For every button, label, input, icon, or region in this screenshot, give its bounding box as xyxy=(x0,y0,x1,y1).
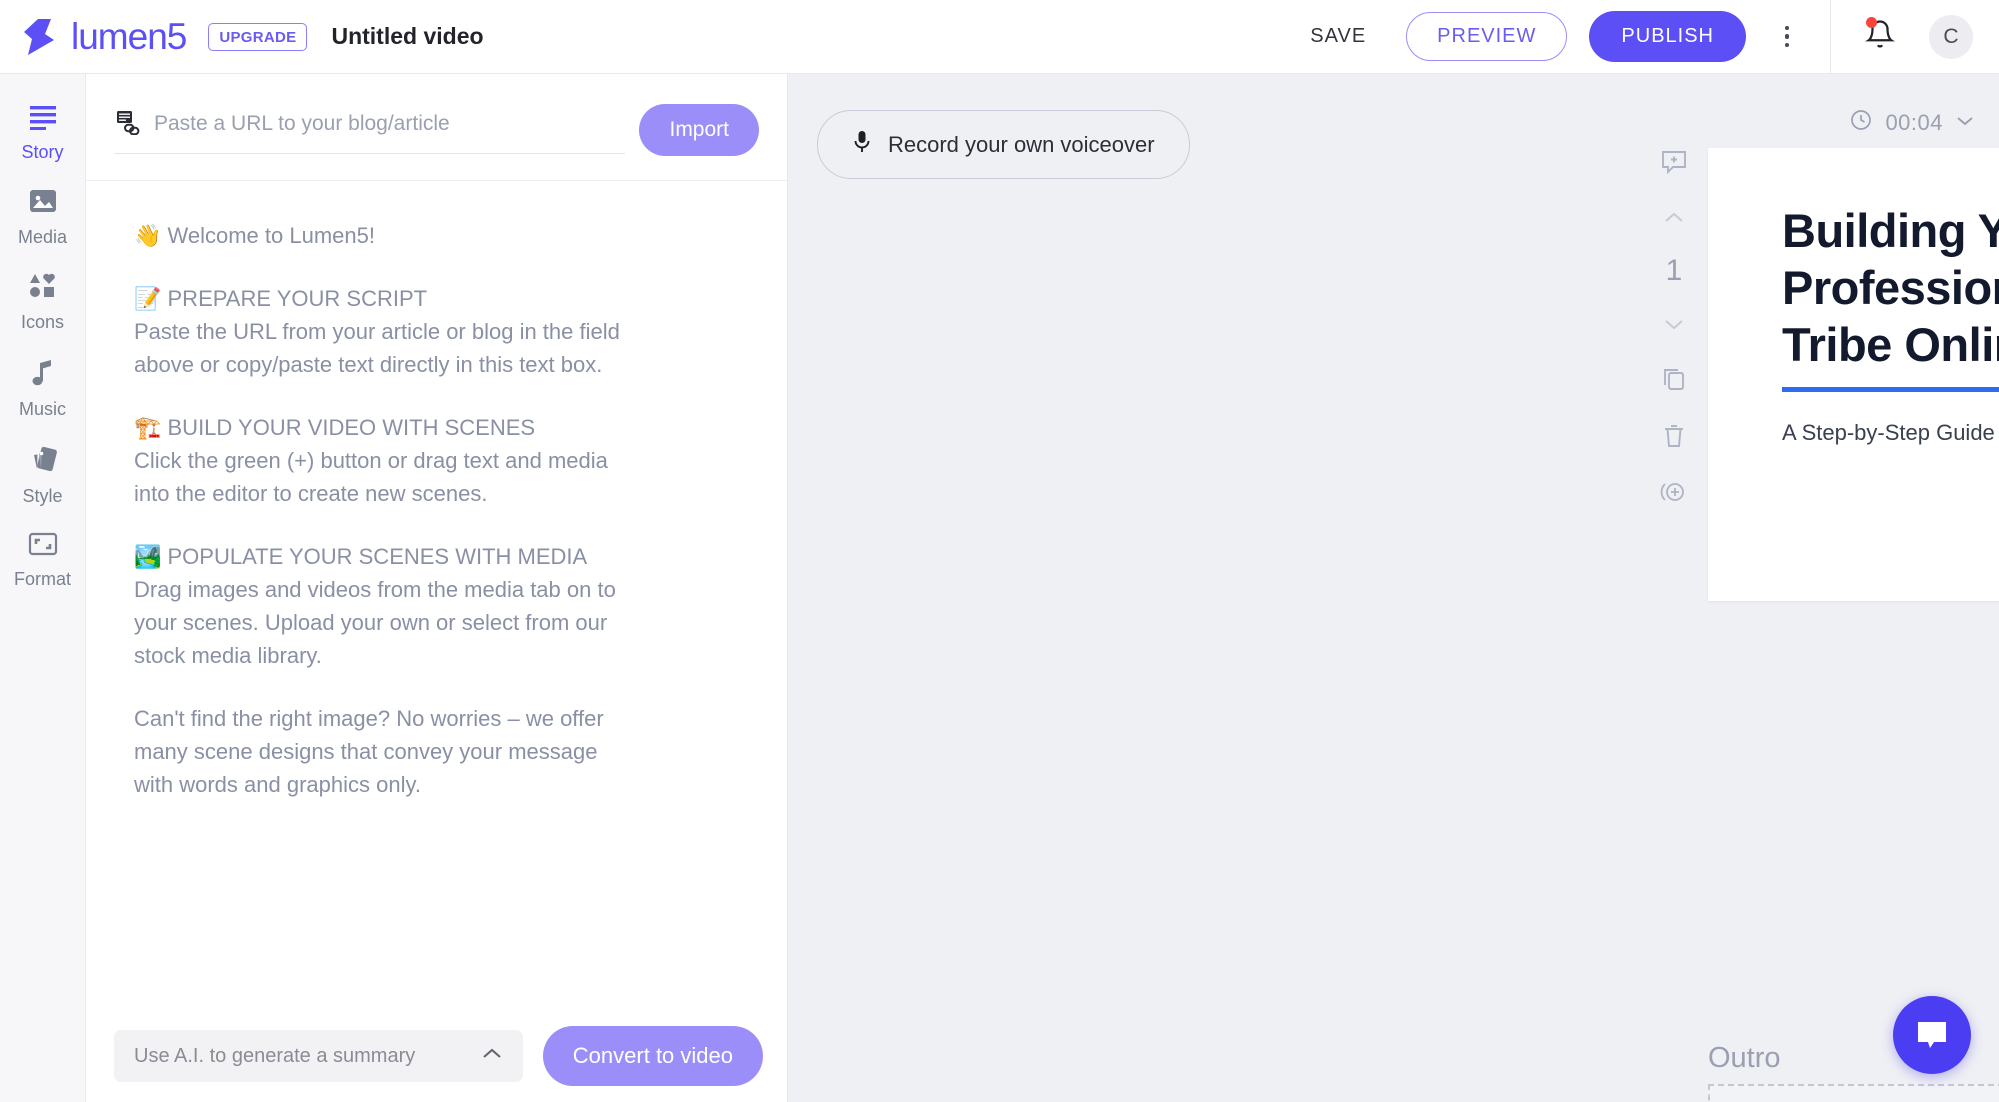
insert-scene-icon[interactable] xyxy=(1646,464,1702,520)
sidebar-item-format[interactable]: Format xyxy=(0,517,85,600)
record-voiceover-label: Record your own voiceover xyxy=(888,131,1155,157)
scene-subtitle: A Step-by-Step Guide xyxy=(1782,420,1995,445)
scene-headline-line: Professional xyxy=(1782,261,1999,314)
sidebar-item-label: Music xyxy=(18,399,66,419)
script-line: 🏗️ BUILD YOUR VIDEO WITH SCENES xyxy=(134,415,536,440)
ai-summary-label: Use A.I. to generate a summary xyxy=(134,1044,416,1067)
script-line: stock media library. xyxy=(134,643,322,668)
top-bar-actions: SAVE PREVIEW PUBLISH C xyxy=(1292,0,1999,74)
script-panel: Import 👋 Welcome to Lumen5! 📝 PREPARE YO… xyxy=(86,74,788,1102)
scene-number: 1 xyxy=(1665,254,1683,287)
link-document-icon xyxy=(114,109,140,140)
ai-summary-select[interactable]: Use A.I. to generate a summary xyxy=(114,1030,523,1082)
microphone-icon xyxy=(852,129,872,160)
kebab-menu-icon[interactable] xyxy=(1772,25,1802,48)
preview-button[interactable]: PREVIEW xyxy=(1406,12,1568,61)
script-line: 👋 Welcome to Lumen5! xyxy=(134,223,375,248)
divider xyxy=(1830,0,1831,74)
script-block[interactable]: 🏞️ POPULATE YOUR SCENES WITH MEDIA Drag … xyxy=(134,540,747,672)
editor-canvas: Record your own voiceover 00:04 1 Buildi… xyxy=(788,74,1999,1102)
script-line: above or copy/paste text directly in thi… xyxy=(134,352,603,377)
lumen5-logo-icon xyxy=(18,15,62,59)
scene-headline-line: Building Your xyxy=(1782,204,1999,257)
upgrade-button[interactable]: UPGRADE xyxy=(208,22,308,51)
add-text-icon[interactable] xyxy=(1646,134,1702,190)
bell-icon[interactable] xyxy=(1865,17,1895,54)
duplicate-scene-icon[interactable] xyxy=(1646,352,1702,408)
scene-toolbar: 1 xyxy=(1643,134,1705,520)
script-line: Paste the URL from your article or blog … xyxy=(134,319,620,344)
music-note-icon xyxy=(30,357,56,392)
scene-headline: Building Your Professional Tribe Online xyxy=(1782,202,1999,373)
chevron-down-icon[interactable] xyxy=(1955,114,1975,132)
script-line: Click the green (+) button or drag text … xyxy=(134,448,608,473)
scene-card[interactable]: Building Your Professional Tribe Online … xyxy=(1708,148,1999,601)
convert-to-video-button[interactable]: Convert to video xyxy=(542,1026,763,1086)
record-voiceover-button[interactable]: Record your own voiceover xyxy=(817,110,1190,179)
sidebar-item-label: Style xyxy=(22,486,63,506)
move-scene-down-icon[interactable] xyxy=(1646,296,1702,352)
script-line: into the editor to create new scenes. xyxy=(134,481,488,506)
sidebar-item-style[interactable]: Style xyxy=(0,430,85,517)
brand-logo[interactable]: lumen5 xyxy=(18,15,187,59)
video-title[interactable]: Untitled video xyxy=(331,23,483,50)
shapes-icon xyxy=(27,272,59,305)
script-block[interactable]: 🏗️ BUILD YOUR VIDEO WITH SCENES Click th… xyxy=(134,411,747,510)
script-line: 📝 PREPARE YOUR SCRIPT xyxy=(134,286,428,311)
brand-name: lumen5 xyxy=(71,15,187,57)
script-panel-footer: Use A.I. to generate a summary Convert t… xyxy=(86,1010,787,1102)
chat-bubble-icon[interactable] xyxy=(1893,996,1971,1074)
url-import-row: Import xyxy=(86,74,787,180)
script-line: many scene designs that convey your mess… xyxy=(134,739,598,764)
import-button[interactable]: Import xyxy=(639,104,759,156)
script-line: with words and graphics only. xyxy=(134,772,421,797)
script-block[interactable]: 👋 Welcome to Lumen5! xyxy=(134,219,747,252)
sidebar-item-label: Format xyxy=(13,569,71,589)
save-button[interactable]: SAVE xyxy=(1292,15,1384,58)
script-line: your scenes. Upload your own or select f… xyxy=(134,610,608,635)
script-block[interactable]: Can't find the right image? No worries –… xyxy=(134,702,747,801)
notification-dot xyxy=(1866,17,1877,28)
sidebar: Story Media Icons Music Style Format xyxy=(0,74,86,1102)
outro-placeholder[interactable] xyxy=(1708,1084,1999,1102)
clock-icon xyxy=(1849,108,1873,137)
outro-label: Outro xyxy=(1708,1042,1781,1074)
image-icon xyxy=(28,187,58,220)
scene-accent-rule xyxy=(1782,387,1999,392)
lines-icon xyxy=(28,104,58,135)
sidebar-item-music[interactable]: Music xyxy=(0,343,85,430)
chevron-up-icon xyxy=(481,1047,503,1066)
sidebar-item-label: Media xyxy=(17,227,68,247)
sidebar-item-media[interactable]: Media xyxy=(0,173,85,258)
video-duration[interactable]: 00:04 xyxy=(1849,108,1975,137)
script-editor[interactable]: 👋 Welcome to Lumen5! 📝 PREPARE YOUR SCRI… xyxy=(86,180,787,1010)
sidebar-item-label: Icons xyxy=(20,312,65,332)
video-duration-value: 00:04 xyxy=(1885,109,1943,135)
cards-icon xyxy=(28,444,58,479)
url-field[interactable] xyxy=(114,109,626,154)
crop-icon xyxy=(27,531,59,562)
scene-headline-line: Tribe Online xyxy=(1782,318,1999,371)
avatar[interactable]: C xyxy=(1929,14,1973,59)
scene-text-column[interactable]: Building Your Professional Tribe Online … xyxy=(1708,148,1999,601)
url-input[interactable] xyxy=(154,112,626,136)
move-scene-up-icon[interactable] xyxy=(1646,190,1702,246)
script-line: Drag images and videos from the media ta… xyxy=(134,577,616,602)
sidebar-item-icons[interactable]: Icons xyxy=(0,258,85,343)
sidebar-item-label: Story xyxy=(21,142,64,162)
publish-button[interactable]: PUBLISH xyxy=(1589,11,1746,62)
script-block[interactable]: 📝 PREPARE YOUR SCRIPT Paste the URL from… xyxy=(134,282,747,381)
top-bar: lumen5 UPGRADE Untitled video SAVE PREVI… xyxy=(0,0,1999,74)
script-line: 🏞️ POPULATE YOUR SCENES WITH MEDIA xyxy=(134,544,588,569)
script-line: Can't find the right image? No worries –… xyxy=(134,706,604,731)
sidebar-item-story[interactable]: Story xyxy=(0,90,85,173)
delete-scene-icon[interactable] xyxy=(1646,408,1702,464)
